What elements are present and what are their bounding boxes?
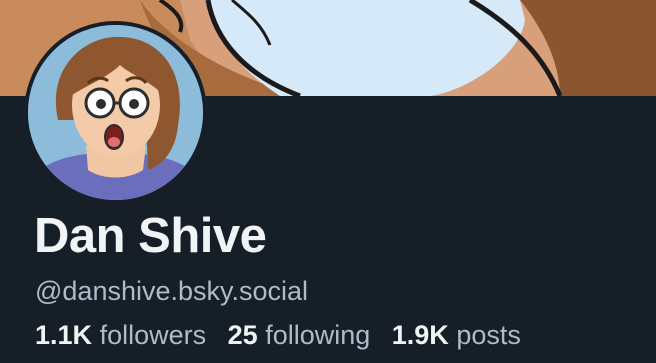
followers-count: 1.1K bbox=[35, 320, 93, 350]
display-name: Dan Shive bbox=[34, 209, 267, 263]
following-count: 25 bbox=[227, 320, 258, 350]
following-link[interactable]: 25 following bbox=[228, 320, 371, 350]
profile-header: Dan Shive @danshive.bsky.social 1.1K fol… bbox=[0, 0, 656, 363]
following-label: following bbox=[265, 320, 371, 350]
avatar[interactable] bbox=[24, 21, 207, 204]
followers-link[interactable]: 1.1K followers bbox=[35, 320, 206, 350]
avatar-illustration bbox=[28, 25, 203, 200]
followers-label: followers bbox=[99, 320, 207, 350]
profile-stats: 1.1K followers 25 following 1.9K posts bbox=[35, 318, 521, 352]
posts-count: 1.9K bbox=[391, 320, 449, 350]
profile-handle: @danshive.bsky.social bbox=[35, 276, 309, 306]
posts-stat: 1.9K posts bbox=[392, 320, 521, 350]
posts-label: posts bbox=[456, 320, 521, 350]
